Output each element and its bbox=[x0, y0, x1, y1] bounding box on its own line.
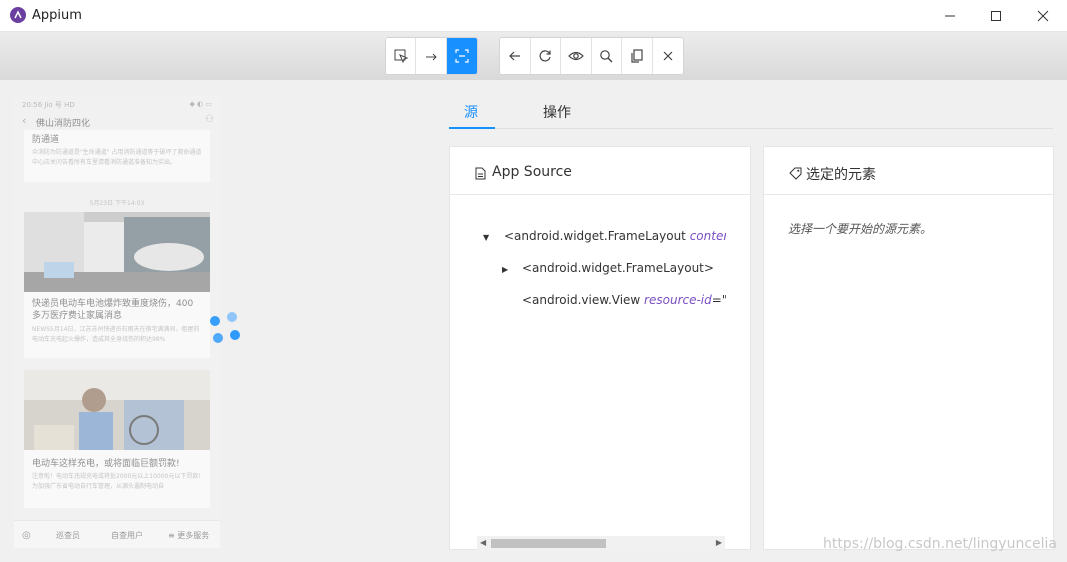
inspector-tabs: 源 操作 bbox=[449, 92, 1053, 129]
bottom-item-inspector: 巡查员 bbox=[56, 531, 80, 540]
chat-icon: ◎ bbox=[22, 530, 31, 541]
scroll-right-icon[interactable]: ▶ bbox=[716, 538, 722, 547]
refresh-icon[interactable] bbox=[530, 38, 561, 74]
toolbar-group-actions bbox=[499, 37, 684, 75]
bottom-item-more: ≡ 更多服务 bbox=[168, 531, 210, 540]
appium-logo-icon bbox=[10, 7, 26, 23]
tab-source[interactable]: 源 bbox=[464, 102, 478, 122]
back-chevron-icon: ‹ bbox=[22, 114, 27, 127]
tag-icon bbox=[789, 165, 802, 184]
selected-element-title: 选定的元素 bbox=[806, 167, 876, 183]
scroll-left-icon[interactable]: ◀ bbox=[480, 538, 486, 547]
tab-actions[interactable]: 操作 bbox=[543, 102, 571, 122]
card-3-text: 注意啦！电动车违规充电或将处2000元以上10000元以下罚款! 为加强广东省电… bbox=[32, 473, 201, 490]
app-source-title: App Source bbox=[492, 164, 572, 180]
tap-by-coordinates-icon[interactable] bbox=[446, 38, 477, 74]
app-source-header: App Source bbox=[450, 147, 750, 195]
device-status-icons: ◆ ◐ ▭ bbox=[189, 100, 212, 108]
back-arrow-icon[interactable] bbox=[500, 38, 531, 74]
source-horizontal-scrollbar[interactable]: ◀ ▶ bbox=[477, 536, 725, 550]
scrollbar-thumb[interactable] bbox=[491, 539, 606, 548]
device-nav-title: 佛山消防四化 bbox=[36, 119, 91, 129]
selected-element-header: 选定的元素 bbox=[764, 147, 1053, 195]
loading-spinner-icon bbox=[208, 310, 244, 346]
tab-active-indicator bbox=[449, 127, 495, 129]
selected-element-hint: 选择一个要开始的源元素。 bbox=[788, 222, 933, 236]
card-1-text: 众消防为防通道是"生命通道" 占用消防通道等于破坏了救命通道中心应关问告看所有车… bbox=[32, 149, 202, 166]
device-status-bar: 20:56 Jio 号 HD bbox=[22, 101, 75, 109]
title-bar: Appium bbox=[0, 0, 1067, 32]
card-3-image bbox=[24, 370, 210, 450]
device-card-3: 电动车这样充电，或将面临巨额罚款! 注意啦！电动车违规充电或将处2000元以上1… bbox=[24, 370, 210, 508]
card-3-head: 电动车这样充电，或将面临巨额罚款! bbox=[32, 459, 180, 469]
source-tree[interactable]: ▼ <android.widget.FrameLayout content-de… bbox=[450, 195, 726, 539]
copy-icon[interactable] bbox=[622, 38, 653, 74]
minimize-icon[interactable] bbox=[927, 0, 973, 32]
file-icon bbox=[475, 165, 486, 184]
search-icon[interactable] bbox=[591, 38, 622, 74]
device-screenshot[interactable]: 20:56 Jio 号 HD ◆ ◐ ▭ ‹ 佛山消防四化 ⚇ 防通道 众消防为… bbox=[14, 94, 220, 548]
swipe-by-coordinates-icon[interactable] bbox=[416, 38, 447, 74]
card-1-head: 防通道 bbox=[32, 135, 60, 145]
maximize-icon[interactable] bbox=[973, 0, 1019, 32]
device-card-2: 快递员电动车电池爆炸致重度烧伤，400 多万医疗费让家属消息 NEWS5月14日… bbox=[24, 212, 210, 358]
tree-node-child[interactable]: <android.widget.FrameLayout> bbox=[522, 261, 714, 275]
app-source-panel: App Source ▼ <android.widget.FrameLayout… bbox=[449, 146, 751, 550]
close-icon[interactable] bbox=[1020, 0, 1066, 32]
window-title: Appium bbox=[32, 8, 82, 23]
tree-node-view[interactable]: <android.view.View resource-id="andro bbox=[522, 293, 726, 307]
device-timestamp: 5月23日 下午14:03 bbox=[89, 200, 145, 207]
bottom-item-self-check: 自查用户 bbox=[111, 531, 143, 540]
device-card-1: 防通道 众消防为防通道是"生命通道" 占用消防通道等于破坏了救命通道中心应关问告… bbox=[24, 130, 210, 182]
card-2-text: NEWS5月14日，江苏苏州快递员石雨天在宿宅满满间，租屋的电动车充电起火爆炸，… bbox=[32, 326, 200, 343]
user-icon: ⚇ bbox=[205, 114, 214, 125]
collapse-caret-icon[interactable]: ▶ bbox=[502, 265, 508, 274]
quit-session-icon[interactable] bbox=[652, 38, 683, 74]
card-2-head: 快递员电动车电池爆炸致重度烧伤，400 多万医疗费让家属消息 bbox=[32, 299, 194, 321]
select-element-icon[interactable] bbox=[386, 38, 417, 74]
selected-element-panel: 选定的元素 选择一个要开始的源元素。 bbox=[763, 146, 1054, 550]
device-nav-bar: ‹ 佛山消防四化 ⚇ bbox=[20, 114, 214, 130]
card-2-image bbox=[24, 212, 210, 292]
tree-node-root[interactable]: <android.widget.FrameLayout content-des bbox=[504, 229, 726, 243]
expand-caret-icon[interactable]: ▼ bbox=[483, 233, 489, 242]
device-bottom-bar: ◎ 巡查员 自查用户 ≡ 更多服务 bbox=[14, 520, 220, 548]
toolbar-group-modes bbox=[385, 37, 478, 75]
eye-icon[interactable] bbox=[561, 38, 592, 74]
watermark: https://blog.csdn.net/lingyuncelia bbox=[823, 536, 1057, 552]
